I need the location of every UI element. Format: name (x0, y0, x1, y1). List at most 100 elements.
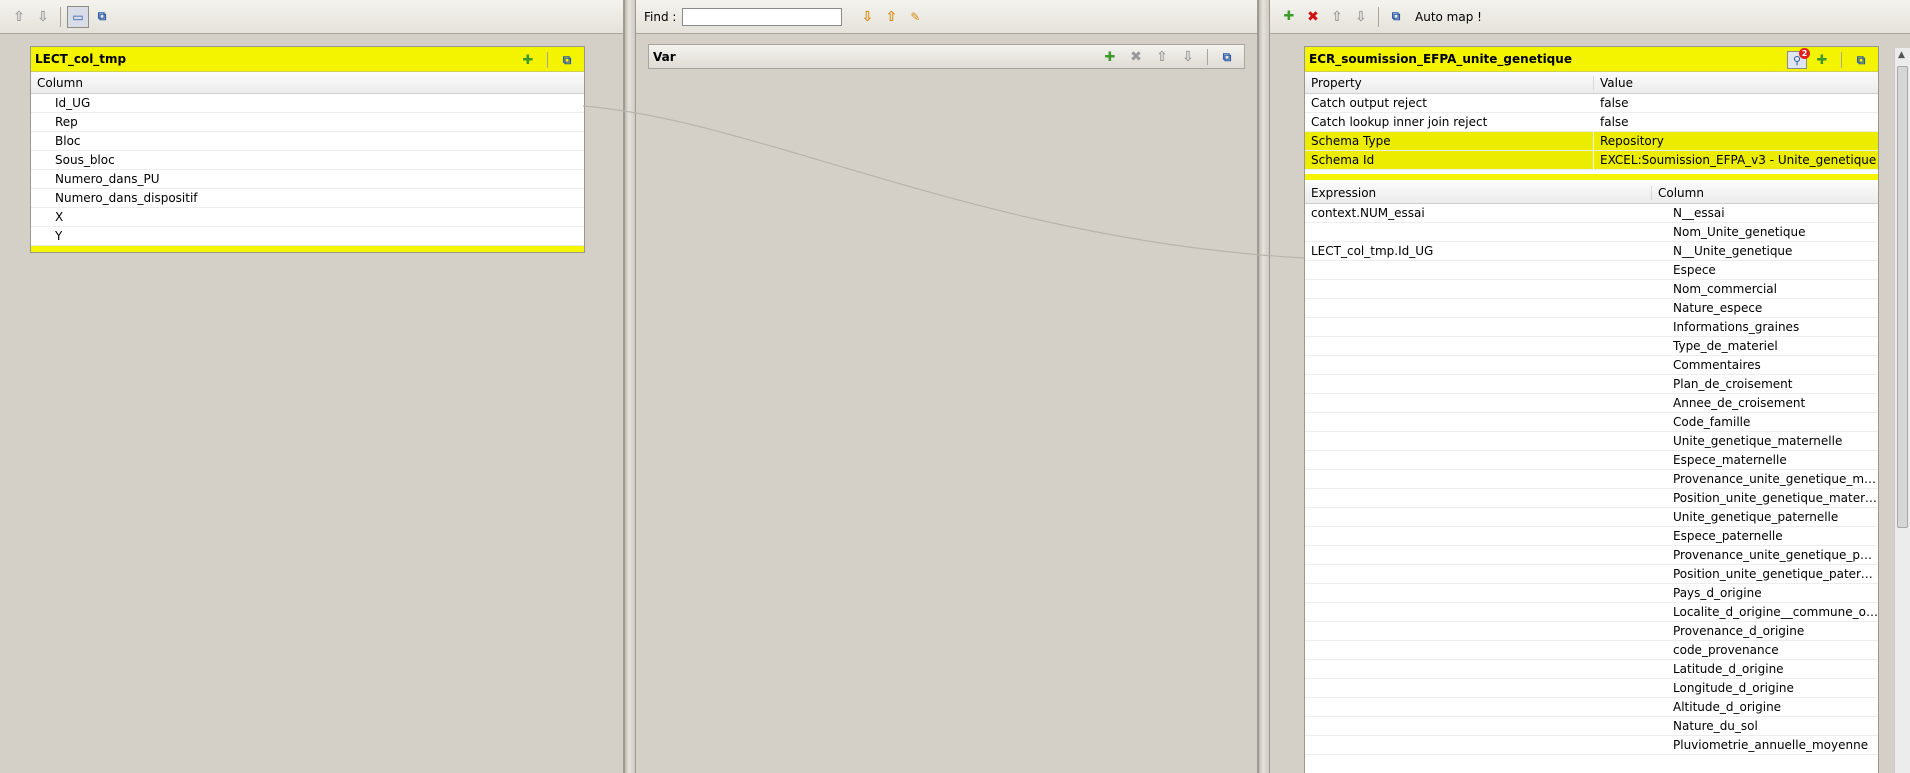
output-column-name: Provenance_d_origine (1673, 624, 1805, 638)
scroll-up-icon[interactable]: ▲ (1898, 50, 1905, 60)
output-table-title: ECR_soumission_EFPA_unite_genetique (1309, 52, 1572, 66)
var-title: Var (653, 49, 676, 64)
output-column-row[interactable]: Unite_genetique_maternelle (1305, 432, 1878, 451)
output-column-row[interactable]: Code_famille (1305, 413, 1878, 432)
output-column-row[interactable]: Position_unite_genetique_paternelle (1305, 565, 1878, 584)
move-down-icon[interactable]: ⇩ (1177, 46, 1199, 68)
input-column-row[interactable]: Sous_bloc (31, 151, 584, 170)
output-toolbar: ✚ ✖ ⇧ ⇩ ⧉ Auto map ! (1270, 0, 1910, 34)
input-column-row[interactable]: Numero_dans_PU (31, 170, 584, 189)
property-name: Schema Id (1305, 151, 1593, 169)
output-column-name: Espece_paternelle (1673, 529, 1783, 543)
output-column-row[interactable]: Provenance_d_origine (1305, 622, 1878, 641)
input-table-footer (31, 246, 584, 252)
column-header-output: Column (1651, 185, 1704, 200)
input-table-header: LECT_col_tmp ✚ ⧉ (31, 47, 584, 72)
minimize-table-icon[interactable]: ⧉ (1850, 49, 1872, 71)
output-column-row[interactable]: Type_de_materiel (1305, 337, 1878, 356)
output-column-name: Espece_maternelle (1673, 453, 1787, 467)
output-column-row[interactable]: Localite_d_origine__commune_ou_... (1305, 603, 1878, 622)
output-column-row[interactable]: Nature_espece (1305, 299, 1878, 318)
property-table-header: Property Value (1305, 72, 1878, 94)
output-column-row[interactable]: Provenance_unite_genetique_pater... (1305, 546, 1878, 565)
find-previous-icon[interactable]: ⇧ (880, 6, 902, 28)
output-column-name: Code_famille (1673, 415, 1751, 429)
find-input[interactable] (682, 7, 843, 26)
minimize-all-icon[interactable]: ⧉ (91, 6, 113, 28)
expression-cell[interactable]: context.NUM_essai (1305, 206, 1651, 220)
output-column-row[interactable]: Provenance_unite_genetique_mater... (1305, 470, 1878, 489)
property-footer (1305, 174, 1878, 180)
output-column-row[interactable]: Longitude_d_origine (1305, 679, 1878, 698)
output-column-row[interactable]: Nature_du_sol (1305, 717, 1878, 736)
property-row[interactable]: Catch lookup inner join reject false (1305, 113, 1878, 132)
output-column-row[interactable]: Espece (1305, 261, 1878, 280)
property-value[interactable]: false (1593, 113, 1878, 131)
property-row[interactable]: Catch output reject false (1305, 94, 1878, 113)
output-column-name: Latitude_d_origine (1673, 662, 1784, 676)
property-name: Schema Type (1305, 132, 1593, 150)
output-column-row[interactable]: context.NUM_essai N__essai (1305, 204, 1878, 223)
remove-var-icon[interactable]: ✖ (1125, 46, 1147, 68)
output-column-name: Pluviometrie_annuelle_moyenne (1673, 738, 1869, 752)
output-column-row[interactable]: Altitude_d_origine (1305, 698, 1878, 717)
expression-cell[interactable]: LECT_col_tmp.Id_UG (1305, 244, 1651, 258)
output-column-row[interactable]: Espece_maternelle (1305, 451, 1878, 470)
minimize-var-icon[interactable]: ⧉ (1216, 46, 1238, 68)
find-options-icon[interactable]: ✎ (904, 6, 926, 28)
output-column-name: Position_unite_genetique_maternelle (1673, 491, 1878, 505)
input-column-row[interactable]: Numero_dans_dispositif (31, 189, 584, 208)
remove-output-icon[interactable]: ✖ (1302, 6, 1324, 28)
property-row[interactable]: Schema Type Repository (1305, 132, 1878, 151)
property-value[interactable]: false (1593, 94, 1878, 112)
output-column-row[interactable]: Espece_paternelle (1305, 527, 1878, 546)
arrow-up-icon[interactable]: ⇧ (8, 6, 30, 28)
output-column-row[interactable]: Pays_d_origine (1305, 584, 1878, 603)
layout-toggle-icon[interactable]: ▭ (67, 5, 89, 28)
find-next-icon[interactable]: ⇩ (856, 6, 878, 28)
input-column-row[interactable]: Id_UG (31, 94, 584, 113)
scroll-thumb[interactable] (1897, 66, 1908, 528)
property-row[interactable]: Schema Id EXCEL:Soumission_EFPA_v3 - Unit… (1305, 151, 1878, 170)
right-splitter[interactable] (1258, 0, 1270, 773)
output-up-icon[interactable]: ⇧ (1326, 6, 1348, 28)
output-table-header: ECR_soumission_EFPA_unite_genetique ⚲ 2 … (1305, 47, 1878, 72)
add-column-icon[interactable]: ✚ (1811, 49, 1833, 71)
output-column-row[interactable]: Commentaires (1305, 356, 1878, 375)
output-toolbar-separator (1378, 6, 1379, 27)
property-value[interactable]: Repository (1593, 132, 1878, 150)
output-scrollbar[interactable]: ▲ (1894, 48, 1910, 773)
add-output-icon[interactable]: ✚ (1278, 6, 1300, 28)
expression-filter-button[interactable]: ⚲ 2 (1787, 48, 1810, 69)
add-var-icon[interactable]: ✚ (1099, 46, 1121, 68)
output-column-row[interactable]: Plan_de_croisement (1305, 375, 1878, 394)
add-icon[interactable]: ✚ (517, 49, 539, 71)
output-column-name: Nature_espece (1673, 301, 1763, 315)
move-up-icon[interactable]: ⇧ (1151, 46, 1173, 68)
input-column-row[interactable]: Rep (31, 113, 584, 132)
input-column-row[interactable]: X (31, 208, 584, 227)
input-column-row[interactable]: Bloc (31, 132, 584, 151)
output-down-icon[interactable]: ⇩ (1350, 6, 1372, 28)
output-column-name: Localite_d_origine__commune_ou_... (1673, 605, 1878, 619)
output-column-row[interactable]: LECT_col_tmp.Id_UG N__Unite_genetique (1305, 242, 1878, 261)
output-column-row[interactable]: code_provenance (1305, 641, 1878, 660)
property-rows: Catch output reject false Catch lookup inn… (1305, 94, 1878, 170)
property-value[interactable]: EXCEL:Soumission_EFPA_v3 - Unite_genetiq… (1593, 151, 1878, 169)
minimize-output-icon[interactable]: ⧉ (1385, 6, 1407, 28)
output-column-row[interactable]: Pluviometrie_annuelle_moyenne (1305, 736, 1878, 755)
output-column-row[interactable]: Position_unite_genetique_maternelle (1305, 489, 1878, 508)
output-column-row[interactable]: Annee_de_croisement (1305, 394, 1878, 413)
output-column-name: Annee_de_croisement (1673, 396, 1806, 410)
output-column-row[interactable]: Unite_genetique_paternelle (1305, 508, 1878, 527)
output-column-row[interactable]: Nom_Unite_genetique (1305, 223, 1878, 242)
auto-map-button[interactable]: Auto map ! (1415, 10, 1482, 24)
output-column-row[interactable]: Nom_commercial (1305, 280, 1878, 299)
input-column-name: Numero_dans_PU (55, 172, 160, 186)
left-splitter[interactable] (624, 0, 636, 773)
arrow-down-icon[interactable]: ⇩ (32, 6, 54, 28)
output-column-row[interactable]: Informations_graines (1305, 318, 1878, 337)
minimize-icon[interactable]: ⧉ (556, 49, 578, 71)
input-column-row[interactable]: Y (31, 227, 584, 246)
output-column-row[interactable]: Latitude_d_origine (1305, 660, 1878, 679)
